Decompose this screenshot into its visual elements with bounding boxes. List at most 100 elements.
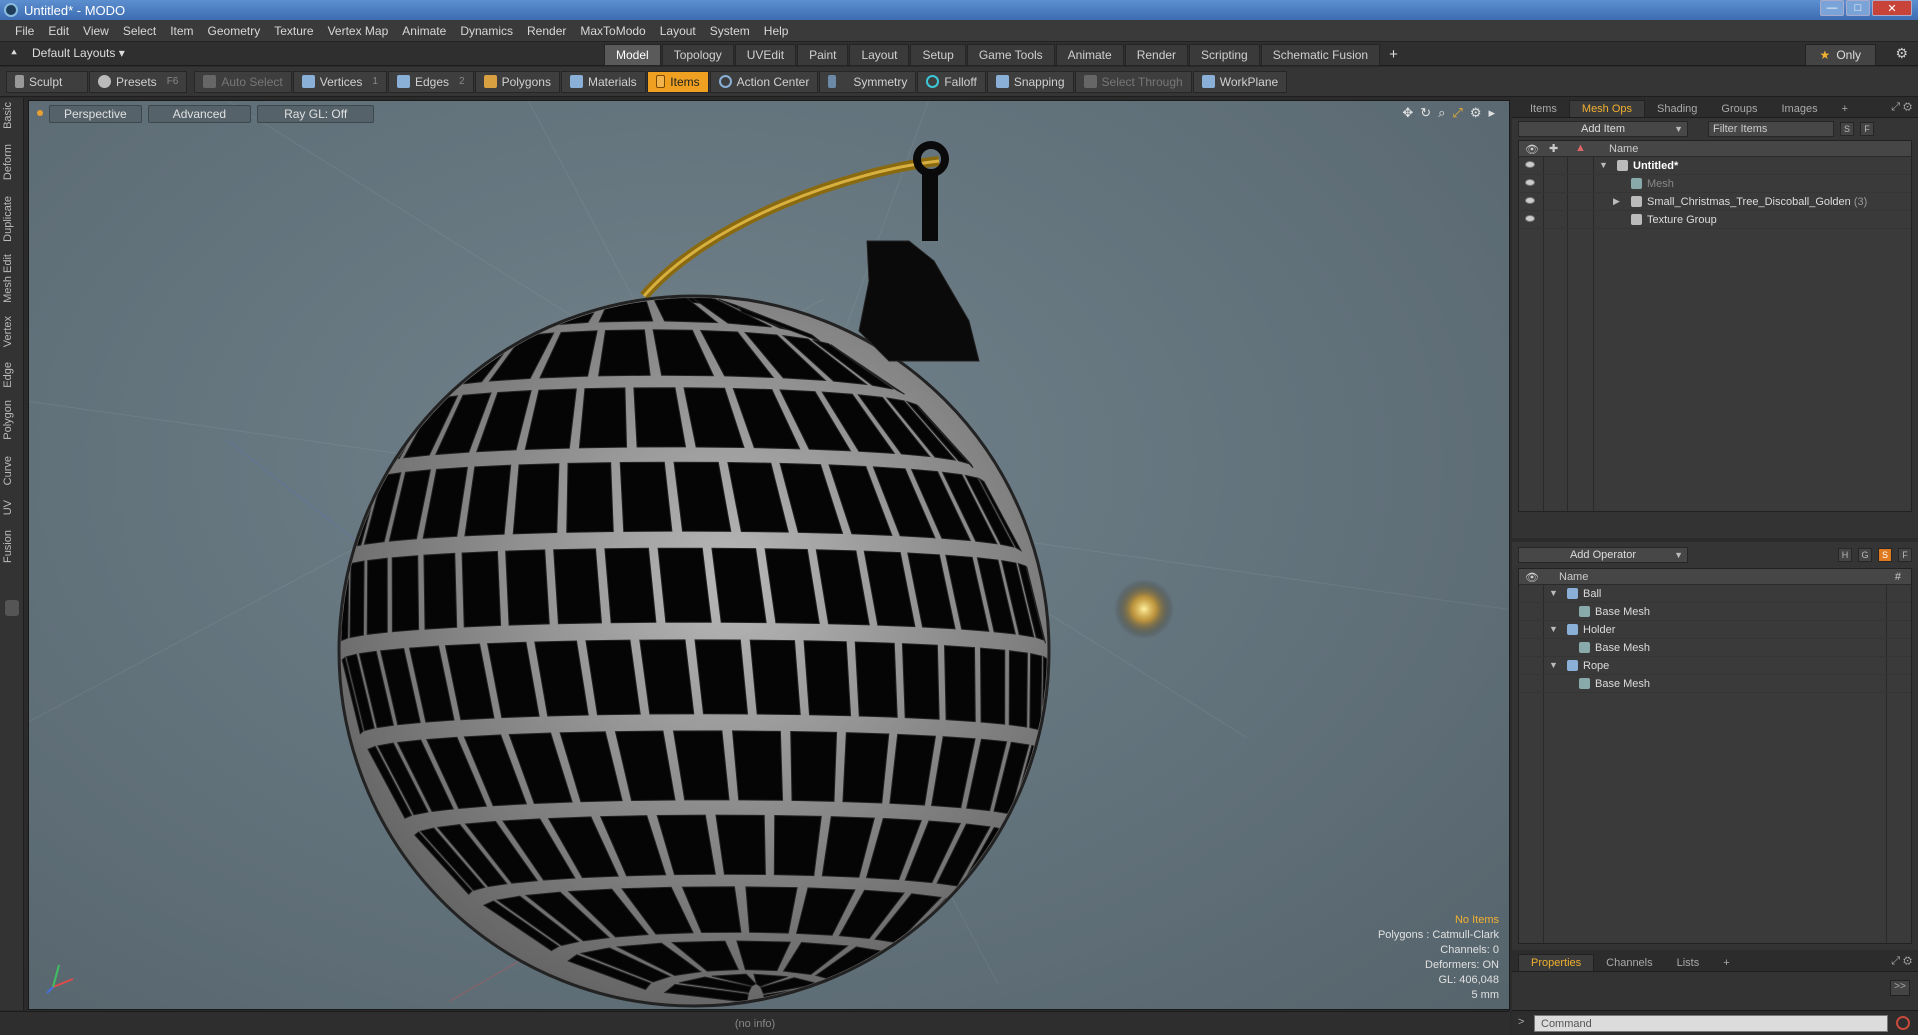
- command-input[interactable]: Command: [1534, 1015, 1888, 1032]
- collapse-arrow-icon[interactable]: ▼: [1599, 160, 1608, 170]
- collapse-arrow-icon[interactable]: ▼: [1549, 624, 1558, 634]
- tab-mesh-ops[interactable]: Mesh Ops: [1568, 100, 1646, 117]
- tree-row[interactable]: Base Mesh: [1519, 639, 1911, 657]
- materials-button[interactable]: Materials: [560, 70, 646, 93]
- only-toggle[interactable]: ★ Only: [1804, 44, 1876, 66]
- ltab-mesh-edit[interactable]: Mesh Edit: [2, 254, 22, 303]
- ltab-duplicate[interactable]: Duplicate: [2, 196, 22, 242]
- tree-row[interactable]: ▶ Small_Christmas_Tree_Discoball_Golden …: [1519, 193, 1911, 211]
- tab-scripting[interactable]: Scripting: [1189, 44, 1260, 66]
- tab-properties[interactable]: Properties: [1518, 954, 1595, 971]
- ltab-polygon[interactable]: Polygon: [2, 400, 22, 440]
- menu-item[interactable]: Item: [163, 24, 200, 38]
- tree-row[interactable]: Texture Group: [1519, 211, 1911, 229]
- tab-uvedit[interactable]: UVEdit: [734, 44, 797, 66]
- menu-file[interactable]: File: [8, 24, 41, 38]
- snapping-button[interactable]: Snapping: [986, 70, 1074, 93]
- tab-layout[interactable]: Layout: [849, 44, 910, 66]
- flag-s-button[interactable]: S: [1878, 548, 1892, 562]
- menu-dynamics[interactable]: Dynamics: [453, 24, 520, 38]
- tab-animate[interactable]: Animate: [1055, 44, 1124, 66]
- expand-panel-button[interactable]: >>: [1890, 980, 1910, 996]
- layout-switch-icon[interactable]: ⯅: [10, 48, 18, 59]
- vertices-button[interactable]: Vertices 1: [292, 70, 387, 93]
- tab-topology[interactable]: Topology: [661, 44, 734, 66]
- filter-s-button[interactable]: S: [1840, 122, 1854, 136]
- add-tab-button[interactable]: +: [1381, 44, 1406, 66]
- tab-items[interactable]: Items: [1518, 101, 1569, 117]
- falloff-button[interactable]: Falloff: [917, 70, 986, 93]
- edges-button[interactable]: Edges 2: [387, 70, 474, 93]
- eye-icon[interactable]: [1525, 179, 1535, 186]
- tree-row[interactable]: ▼ Holder: [1519, 621, 1911, 639]
- collapse-arrow-icon[interactable]: ▼: [1549, 660, 1558, 670]
- menu-edit[interactable]: Edit: [41, 24, 76, 38]
- tree-row[interactable]: Base Mesh: [1519, 603, 1911, 621]
- filter-items-input[interactable]: Filter Items: [1708, 121, 1834, 137]
- props-options-icon[interactable]: ⤢ ⚙: [1891, 955, 1912, 968]
- presets-button[interactable]: Presets F6: [89, 70, 188, 93]
- sculpt-button[interactable]: Sculpt: [6, 70, 88, 93]
- eye-icon[interactable]: [1525, 161, 1535, 168]
- menu-select[interactable]: Select: [116, 24, 163, 38]
- tab-channels[interactable]: Channels: [1594, 955, 1664, 971]
- items-button[interactable]: Items: [646, 70, 709, 93]
- command-history-arrow[interactable]: >: [1518, 1016, 1524, 1028]
- add-panel-tab-button[interactable]: +: [1830, 101, 1860, 117]
- eye-icon[interactable]: [1525, 215, 1535, 222]
- tab-paint[interactable]: Paint: [797, 44, 849, 66]
- action-center-button[interactable]: Action Center: [709, 70, 819, 93]
- symmetry-button[interactable]: Symmetry: [819, 70, 917, 93]
- tab-schematic-fusion[interactable]: Schematic Fusion: [1260, 44, 1381, 66]
- menu-vertex-map[interactable]: Vertex Map: [321, 24, 396, 38]
- workplane-button[interactable]: WorkPlane: [1192, 70, 1288, 93]
- menu-view[interactable]: View: [76, 24, 116, 38]
- add-operator-dropdown[interactable]: Add Operator ▼: [1518, 547, 1688, 563]
- menu-texture[interactable]: Texture: [267, 24, 320, 38]
- flag-h-button[interactable]: H: [1838, 548, 1852, 562]
- tree-row[interactable]: ▼ Untitled*: [1519, 157, 1911, 175]
- add-props-tab-button[interactable]: +: [1711, 955, 1741, 971]
- menu-animate[interactable]: Animate: [395, 24, 453, 38]
- tree-row[interactable]: ▼ Ball: [1519, 585, 1911, 603]
- polygons-button[interactable]: Polygons: [474, 70, 560, 93]
- flag-g-button[interactable]: G: [1858, 548, 1872, 562]
- tab-images[interactable]: Images: [1770, 101, 1830, 117]
- expand-arrow-icon[interactable]: ▶: [1613, 196, 1620, 207]
- ltab-curve[interactable]: Curve: [2, 456, 22, 485]
- menu-maxtomodo[interactable]: MaxToModo: [573, 24, 652, 38]
- close-button[interactable]: ✕: [1872, 0, 1912, 16]
- menu-geometry[interactable]: Geometry: [201, 24, 268, 38]
- minimize-button[interactable]: —: [1820, 0, 1844, 16]
- ltab-vertex[interactable]: Vertex: [2, 316, 22, 347]
- auto-select-button[interactable]: Auto Select: [194, 70, 292, 93]
- tab-shading[interactable]: Shading: [1645, 101, 1709, 117]
- command-stop-icon[interactable]: [1896, 1016, 1910, 1030]
- add-item-dropdown[interactable]: Add Item ▼: [1518, 121, 1688, 137]
- filter-f-button[interactable]: F: [1860, 122, 1874, 136]
- tab-groups[interactable]: Groups: [1709, 101, 1769, 117]
- ltab-deform[interactable]: Deform: [2, 144, 22, 180]
- menu-help[interactable]: Help: [757, 24, 796, 38]
- tab-setup[interactable]: Setup: [910, 44, 966, 66]
- layout-selector[interactable]: Default Layouts ▾: [32, 46, 125, 60]
- tab-render[interactable]: Render: [1124, 44, 1189, 66]
- tool-palette-toggle[interactable]: [5, 600, 19, 616]
- panel-options-icon[interactable]: ⤢ ⚙: [1891, 101, 1912, 114]
- tab-game-tools[interactable]: Game Tools: [966, 44, 1055, 66]
- collapse-arrow-icon[interactable]: ▼: [1549, 588, 1558, 598]
- 3d-viewport[interactable]: Perspective Advanced Ray GL: Off ✥ ↻ ⌕ ⤢…: [28, 100, 1510, 1010]
- tree-row[interactable]: Mesh: [1519, 175, 1911, 193]
- ltab-basic[interactable]: Basic: [2, 102, 22, 129]
- select-through-button[interactable]: Select Through: [1074, 70, 1192, 93]
- ltab-fusion[interactable]: Fusion: [2, 530, 22, 563]
- gear-icon[interactable]: ⚙: [1895, 45, 1908, 62]
- menu-render[interactable]: Render: [520, 24, 573, 38]
- menu-system[interactable]: System: [703, 24, 757, 38]
- tab-lists[interactable]: Lists: [1665, 955, 1712, 971]
- ltab-uv[interactable]: UV: [2, 500, 22, 515]
- ltab-edge[interactable]: Edge: [2, 362, 22, 388]
- tab-model[interactable]: Model: [604, 44, 661, 66]
- tree-row[interactable]: Base Mesh: [1519, 675, 1911, 693]
- eye-icon[interactable]: [1525, 197, 1535, 204]
